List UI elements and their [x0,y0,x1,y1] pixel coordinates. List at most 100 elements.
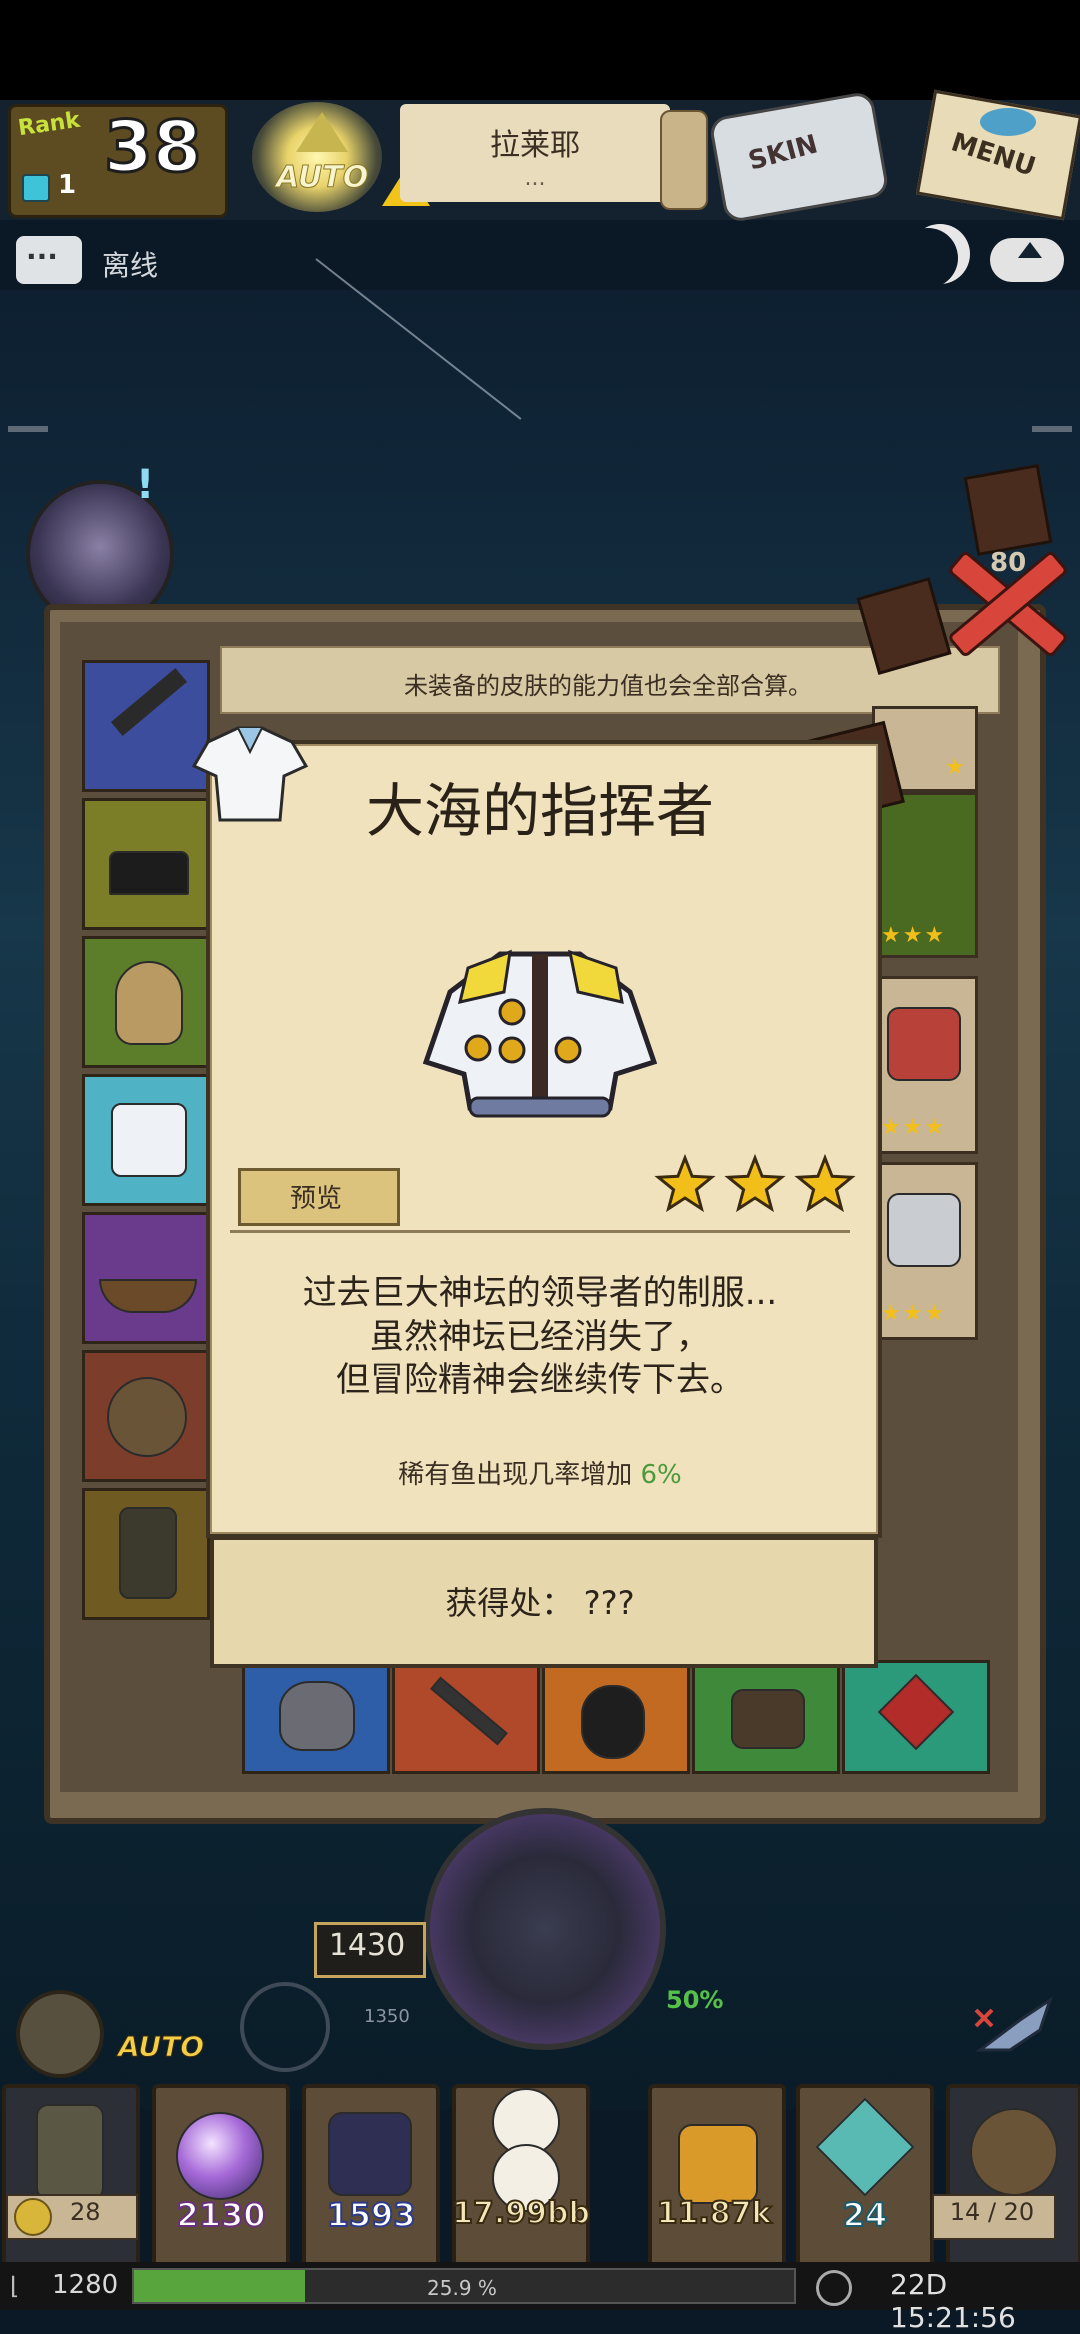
chat-dots-icon: ··· [26,240,58,273]
stat-label: 稀有鱼出现几率增加 [398,1460,633,1490]
source-value: ??? [583,1584,635,1622]
amber-count: 11.87k [656,2195,773,2232]
clock-icon [816,2270,852,2306]
shirt-icon [111,1103,187,1177]
tab-lamp[interactable] [82,1488,210,1620]
resource-slot-crystal[interactable] [796,2084,934,2276]
moon-icon[interactable] [898,228,958,288]
crystal-count: 24 [842,2195,889,2235]
star-icon [654,1153,716,1213]
depth-subvalue: 1350 [364,2006,410,2027]
star-rating: ★★★ [881,923,947,948]
tab-hair[interactable] [82,936,210,1068]
amber-icon [678,2124,758,2204]
tab-binoculars[interactable] [692,1660,840,1774]
preview-label: 预览 [289,1184,342,1214]
coin-bag-icon [14,2198,52,2236]
skin-description: 过去巨大神坛的领导者的制服... 虽然神坛已经消失了， 但冒险精神会继续传下去。 [206,1272,874,1403]
description-line: 过去巨大神坛的领导者的制服... [302,1273,778,1313]
resource-slot-web[interactable] [302,2084,440,2276]
resource-slot-amber[interactable] [648,2084,786,2276]
resource-slot-shell[interactable] [452,2084,590,2276]
ring-icon[interactable] [240,1982,330,2072]
lamp-slot[interactable] [2,2084,140,2276]
system-status-bar [0,0,1080,100]
binoculars-icon [731,1689,805,1749]
tab-harpoon[interactable] [392,1660,540,1774]
description-line: 但冒险精神会继续传下去。 [336,1360,744,1401]
tab-pet[interactable] [242,1660,390,1774]
alert-icon: ! [136,462,155,508]
xp-percent: 25.9 % [427,2276,497,2300]
boat-icon [99,1279,197,1313]
fish-icon [980,108,1036,136]
star-icon [724,1153,786,1213]
lantern-icon [119,1507,177,1599]
divider [230,1230,850,1233]
skin-cell[interactable]: ★★★ [872,792,978,958]
level-value: 1280 [52,2270,119,2300]
star-icon [794,1153,856,1213]
lamp-count: 28 [70,2198,101,2226]
auto-battle-button[interactable]: AUTO [117,2030,204,2064]
gem-count: 1 [58,170,77,200]
hat-icon [109,851,189,895]
skin-cell[interactable]: ★★★ [872,1162,978,1340]
depth-value: 1430 [328,1928,406,1963]
depth-marker-left [8,426,48,432]
stat-bonus: 稀有鱼出现几率增加 6% [206,1454,874,1491]
reel-icon [107,1377,187,1457]
red-gem-icon [877,1673,955,1751]
source-label: 获得处： [445,1584,574,1622]
star-rating: ★★★ [881,1301,947,1326]
crystal-icon [815,2097,915,2197]
chat-status: 离线 [102,249,159,282]
cast-wheel[interactable] [424,1808,666,2050]
star-rating: ★★★ [881,1115,947,1140]
source-info: 获得处： ??? [210,1578,870,1624]
rod-icon [111,668,187,736]
web-count: 1593 [325,2195,416,2235]
cat-icon [279,1681,355,1751]
tab-gem[interactable] [842,1660,990,1774]
auto-label: AUTO [275,160,369,196]
location-subtitle: ... [524,166,546,191]
bag-icon [970,2108,1058,2196]
close-button[interactable] [930,546,1080,646]
depth-marker-right [1032,426,1072,432]
skin-title: 大海的指挥者 [365,777,714,845]
web-icon [328,2112,412,2196]
pearl-icon [176,2112,264,2200]
skin-detail-popup [206,740,882,1538]
level-icon: ⌊ [10,2272,20,2300]
game-timer: 22D 15:21:56 [890,2268,1016,2334]
tab-cannon[interactable] [542,1660,690,1774]
star-rating [654,1153,856,1213]
tab-clothes[interactable] [82,1074,210,1206]
star-rating: ★ [945,755,967,780]
uniform-icon [422,949,658,1118]
description-line: 虽然神坛已经消失了， [370,1316,710,1357]
capacity-count: 14 / 20 [949,2198,1035,2226]
location-name: 拉莱耶 [490,128,580,163]
cannon-icon [581,1685,645,1759]
rank-value: 38 [102,105,202,190]
harpoon-icon [430,1676,508,1746]
pearl-count: 2130 [175,2195,266,2235]
hair-icon [115,961,183,1045]
swordfish-icon[interactable] [970,1990,1062,2060]
lantern-icon [36,2104,104,2200]
boost-percent: 50% [666,1986,724,2014]
chocolate-icon [963,464,1053,556]
skin-cell[interactable]: ★★★ [872,976,978,1154]
stat-value: 6% [640,1460,682,1490]
tab-boat[interactable] [82,1212,210,1344]
grey-uniform-icon [887,1193,961,1267]
scroll-icon[interactable] [660,110,708,210]
gem-icon [22,174,50,202]
cloud-arrow-icon [1018,242,1042,258]
compass-icon[interactable] [16,1990,104,2078]
tab-reel[interactable] [82,1350,210,1482]
bag-slot[interactable] [946,2084,1080,2276]
resource-slot-pearl[interactable] [152,2084,290,2276]
